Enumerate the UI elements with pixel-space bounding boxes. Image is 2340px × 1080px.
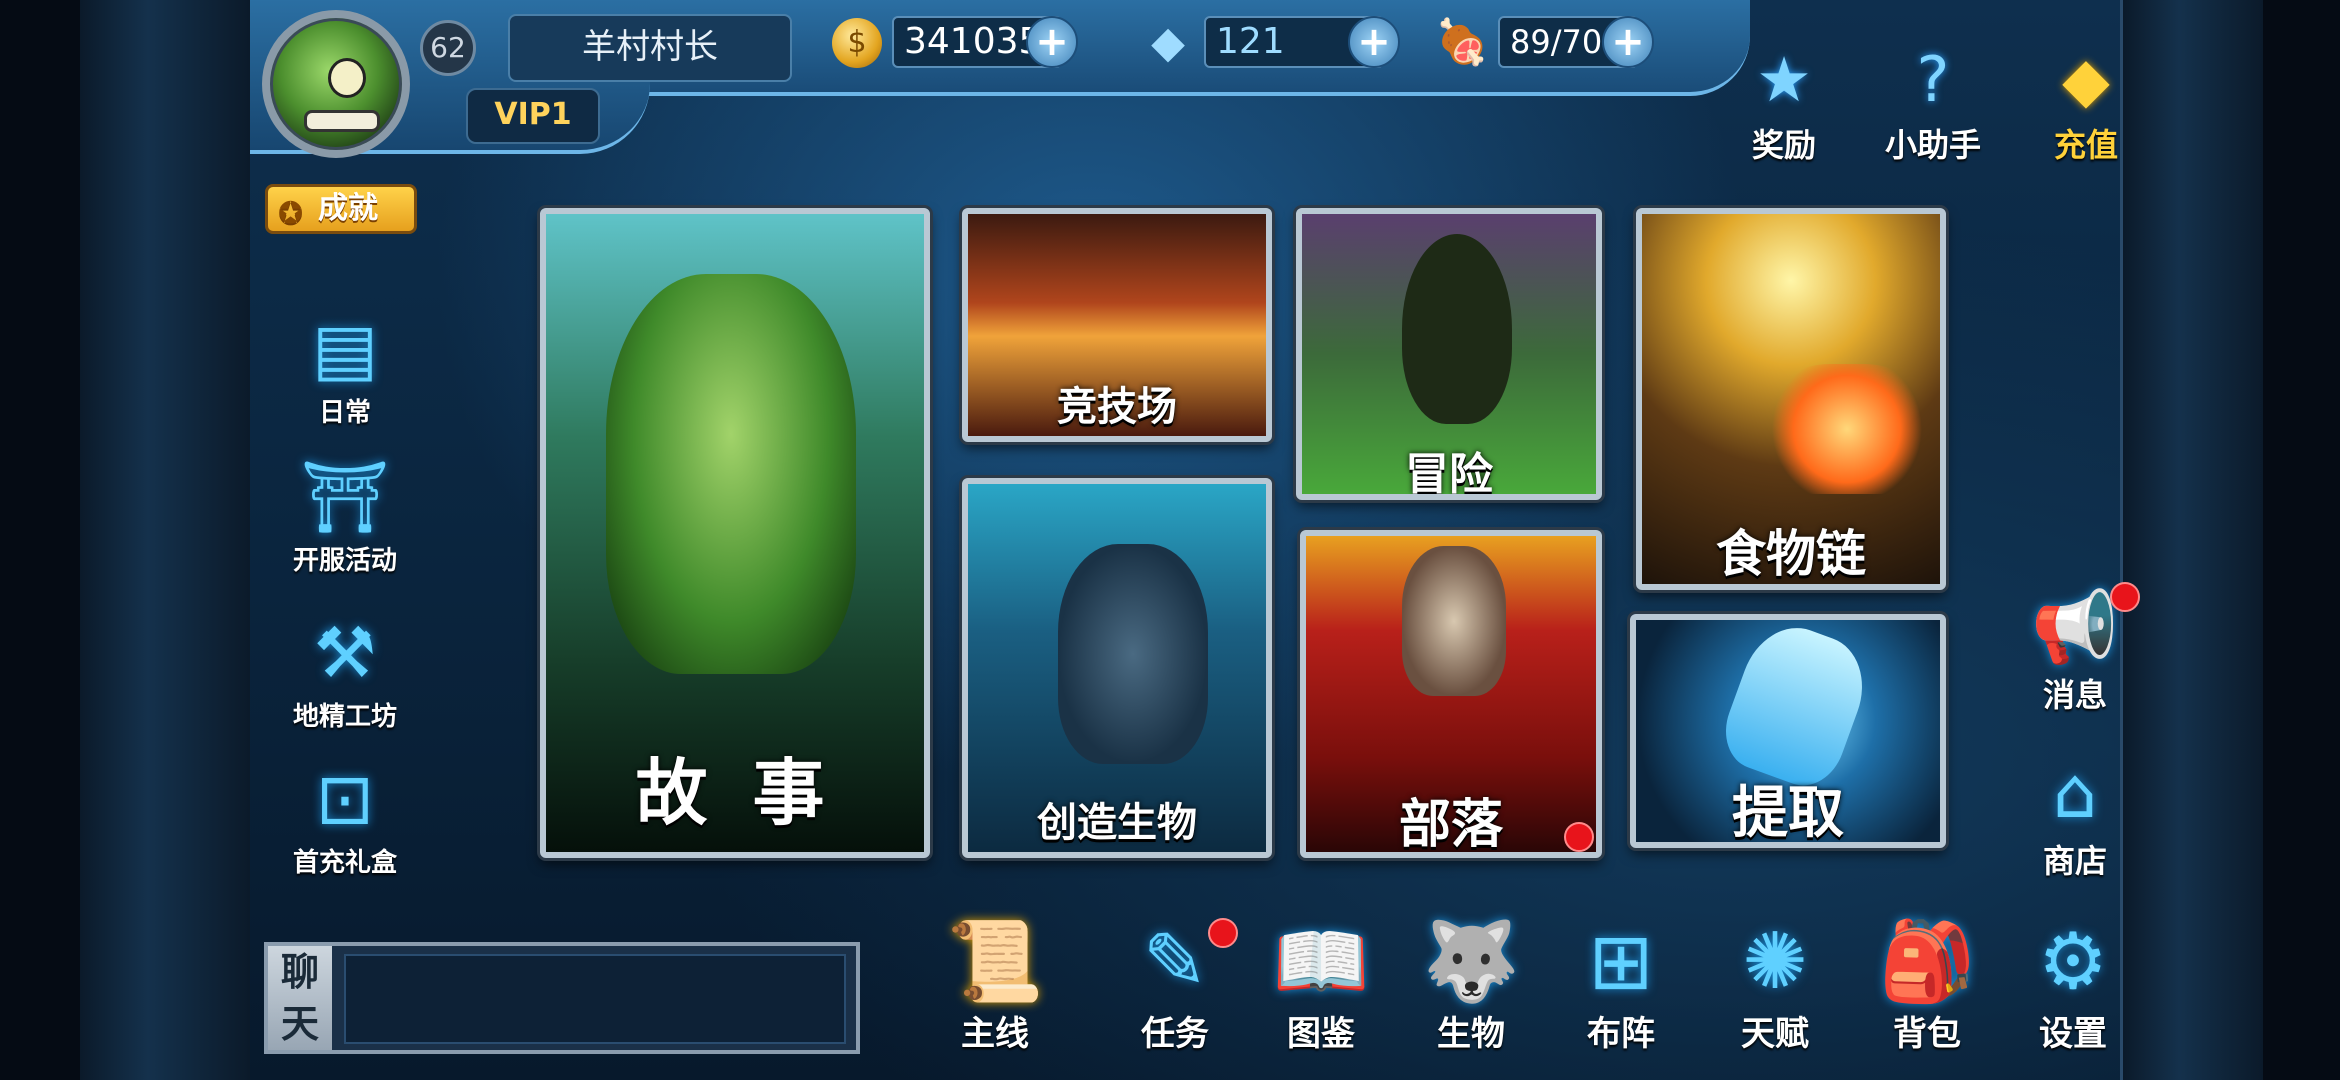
adventure-egg-art [1402, 234, 1512, 424]
add-gem-button[interactable]: + [1348, 16, 1400, 68]
map-scroll-icon: 📜 [946, 917, 1044, 1007]
tribe-skull-art [1402, 546, 1506, 696]
shop-icon: ⌂ [2052, 752, 2098, 834]
gold-counter: 341035 + [892, 16, 1078, 68]
talent-icon: ✺ [1742, 917, 1808, 1007]
message-notification-dot [2110, 582, 2140, 612]
achievement-label: 成就 [318, 191, 378, 226]
add-gold-button[interactable]: + [1026, 16, 1078, 68]
vip-badge[interactable]: VIP1 [466, 88, 600, 144]
talent-label: 天赋 [1741, 1014, 1809, 1054]
reward-button[interactable]: ★ 奖励 [1724, 40, 1844, 164]
foodchain-label: 食物链 [1716, 525, 1866, 583]
anvil-icon: ⚒ [313, 612, 377, 694]
achievement-button[interactable]: ✪ 成就 [265, 184, 417, 234]
recharge-label: 充值 [2053, 126, 2118, 164]
backpack-button[interactable]: 🎒 背包 [1852, 912, 2002, 1055]
gold-coin-icon: $ [832, 18, 882, 68]
player-avatar[interactable] [262, 10, 410, 158]
settings-button[interactable]: ⚙ 设置 [1998, 912, 2148, 1055]
arena-label: 竞技场 [1057, 384, 1177, 430]
player-level-badge: 62 [420, 20, 476, 76]
daily-button[interactable]: ▤ 日常 [265, 306, 425, 429]
extract-label: 提取 [1732, 781, 1844, 846]
server-event-label: 开服活动 [292, 546, 397, 576]
player-name[interactable]: 羊村村长 [508, 14, 792, 82]
shop-label: 商店 [2042, 842, 2107, 880]
gold-value: 341035 [904, 21, 1042, 62]
task-label: 任务 [1141, 1014, 1209, 1054]
goblin-workshop-button[interactable]: ⚒ 地精工坊 [265, 610, 425, 733]
create-creature-label: 创造生物 [1037, 800, 1197, 846]
shop-button[interactable]: ⌂ 商店 [2000, 750, 2150, 882]
first-recharge-gift-label: 首充礼盒 [292, 848, 397, 878]
helper-label: 小助手 [1884, 126, 1981, 164]
create-dragon-art [1058, 544, 1208, 764]
scroll-icon: ▤ [311, 308, 379, 390]
gem-counter: 121 + [1204, 16, 1400, 68]
creature-button[interactable]: 🐺 生物 [1396, 912, 1546, 1055]
adventure-card[interactable]: 冒险 [1296, 208, 1602, 500]
message-label: 消息 [2042, 676, 2107, 714]
daily-label: 日常 [318, 398, 371, 428]
chat-label: 聊 天 [268, 946, 332, 1050]
gem-icon: ◆ [1151, 17, 1185, 68]
settings-label: 设置 [2039, 1014, 2107, 1054]
story-creature-art [606, 274, 856, 674]
helper-button[interactable]: ? 小助手 [1868, 40, 1998, 164]
reward-label: 奖励 [1751, 126, 1816, 164]
beast-head-icon: 🐺 [1422, 917, 1520, 1007]
recharge-button[interactable]: ◆ 充值 [2026, 40, 2146, 164]
gate-icon: ⛩ [300, 456, 390, 538]
story-card[interactable]: 故 事 [540, 208, 930, 858]
tribe-card[interactable]: 部落 [1300, 530, 1602, 858]
task-notification-dot [1208, 918, 1238, 948]
create-creature-card[interactable]: 创造生物 [962, 478, 1272, 858]
arena-card[interactable]: 竞技场 [962, 208, 1272, 442]
talent-button[interactable]: ✺ 天赋 [1700, 912, 1850, 1055]
server-event-button[interactable]: ⛩ 开服活动 [265, 454, 425, 577]
foodchain-fire-art [1762, 364, 1932, 494]
chat-box[interactable]: 聊 天 [264, 942, 860, 1054]
creature-label: 生物 [1437, 1014, 1505, 1054]
stamina-counter: 89/70 + [1498, 16, 1654, 68]
left-frame [80, 0, 253, 1080]
story-label: 故 事 [635, 751, 835, 835]
main-quest-button[interactable]: 📜 主线 [920, 912, 1070, 1055]
chat-label-line2: 天 [280, 1002, 319, 1046]
formation-button[interactable]: ⊞ 布阵 [1546, 912, 1696, 1055]
book-icon: 📖 [1272, 917, 1370, 1007]
gem-value: 121 [1216, 21, 1285, 62]
extract-card[interactable]: 提取 [1630, 614, 1946, 848]
main-quest-label: 主线 [961, 1014, 1029, 1054]
meat-icon: 🍖 [1434, 17, 1490, 68]
tribe-label: 部落 [1398, 795, 1503, 855]
stamina-value: 89/70 [1510, 23, 1603, 61]
diamond-icon: ◆ [2062, 43, 2110, 116]
backpack-label: 背包 [1893, 1014, 1961, 1054]
gear-icon: ⚙ [2038, 917, 2108, 1007]
foodchain-card[interactable]: 食物链 [1636, 208, 1946, 590]
formation-icon: ⊞ [1588, 917, 1654, 1007]
tribe-notification-dot [1564, 822, 1594, 852]
add-stamina-button[interactable]: + [1602, 16, 1654, 68]
adventure-label: 冒险 [1405, 449, 1493, 500]
codex-button[interactable]: 📖 图鉴 [1246, 912, 1396, 1055]
giftbox-icon: ⊡ [315, 758, 375, 840]
avatar-eye [328, 58, 366, 98]
avatar-mouth [304, 110, 380, 132]
achievement-icon: ✪ [278, 196, 304, 231]
backpack-icon: 🎒 [1878, 917, 1976, 1007]
goblin-workshop-label: 地精工坊 [292, 702, 397, 732]
formation-label: 布阵 [1587, 1014, 1655, 1054]
first-recharge-gift-button[interactable]: ⊡ 首充礼盒 [265, 756, 425, 879]
help-icon: ? [1916, 43, 1950, 116]
chat-label-line1: 聊 [280, 950, 319, 994]
star-box-icon: ★ [1756, 43, 1812, 116]
chat-input[interactable] [344, 954, 846, 1044]
codex-label: 图鉴 [1287, 1014, 1355, 1054]
